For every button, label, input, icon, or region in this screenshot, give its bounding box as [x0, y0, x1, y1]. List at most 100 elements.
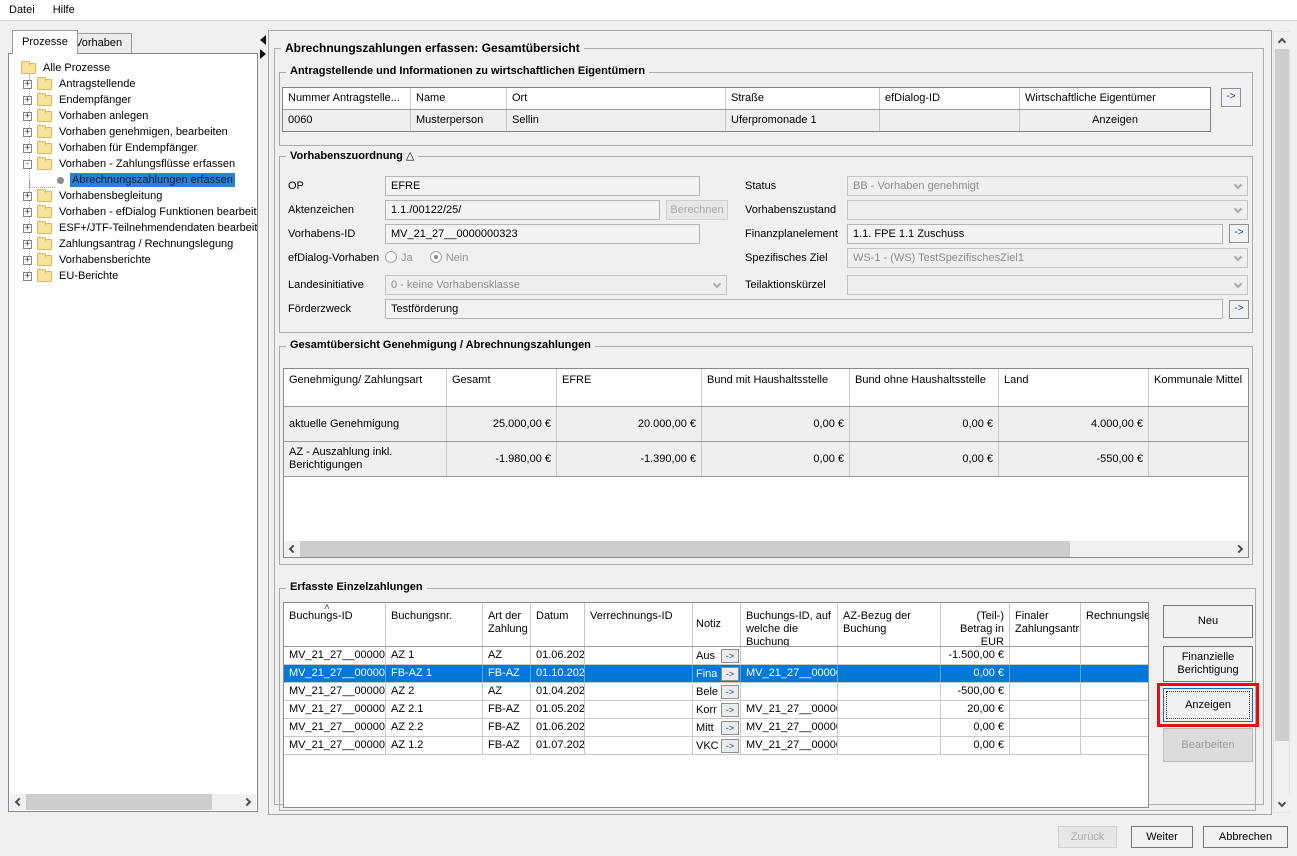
- tree-item-abrechnungszahlungen[interactable]: Abrechnungszahlungen erfassen: [9, 172, 257, 188]
- expand-plus-icon[interactable]: +: [23, 272, 32, 281]
- tree-item-alle-prozesse[interactable]: Alle Prozesse: [9, 60, 257, 76]
- finanzplanelement-field[interactable]: 1.1. FPE 1.1 Zuschuss: [847, 224, 1223, 244]
- notiz-arrow-button[interactable]: ->: [721, 739, 739, 753]
- column-header[interactable]: Bund mit Haushaltsstelle: [702, 369, 850, 406]
- expand-plus-icon[interactable]: +: [23, 96, 32, 105]
- anzeigen-cell-button[interactable]: Anzeigen: [1020, 110, 1210, 131]
- column-header[interactable]: Ort: [507, 88, 726, 109]
- scroll-left-icon[interactable]: [284, 541, 300, 557]
- payment-row[interactable]: MV_21_27__000000 AZ 1 AZ 01.06.2024 Aus-…: [284, 647, 1149, 665]
- splitter-collapse-icon[interactable]: [260, 35, 266, 45]
- scrollbar-thumb[interactable]: [1275, 49, 1289, 741]
- column-header[interactable]: Straße: [726, 88, 880, 109]
- notiz-arrow-button[interactable]: ->: [721, 685, 739, 699]
- abbrechen-button[interactable]: Abbrechen: [1203, 826, 1288, 848]
- column-header[interactable]: Name: [411, 88, 507, 109]
- payment-row[interactable]: MV_21_27__000000 AZ 2 AZ 01.04.2024 Bele…: [284, 683, 1149, 701]
- column-header[interactable]: Nummer Antragstelle...: [283, 88, 411, 109]
- radio-ja[interactable]: [385, 251, 397, 263]
- applicants-arrow-button[interactable]: ->: [1221, 88, 1241, 107]
- payment-row[interactable]: MV_21_27__000000 AZ 2.2 FB-AZ 01.06.2024…: [284, 719, 1149, 737]
- tree-item-vorhaben-genehmigen[interactable]: + Vorhaben genehmigen, bearbeiten: [9, 124, 257, 140]
- expand-plus-icon[interactable]: +: [23, 224, 32, 233]
- tree-item-efdialog-funktionen[interactable]: + Vorhaben - efDialog Funktionen bearbei…: [9, 204, 257, 220]
- menu-item-hilfe[interactable]: Hilfe: [44, 1, 84, 19]
- payment-row[interactable]: MV_21_27__000000 AZ 2.1 FB-AZ 01.05.2024…: [284, 701, 1149, 719]
- vorhabens-id-field[interactable]: MV_21_27__0000000323: [385, 224, 700, 244]
- column-header[interactable]: Land: [999, 369, 1149, 406]
- scroll-down-icon[interactable]: [1274, 796, 1290, 812]
- tree-hscrollbar[interactable]: [10, 794, 256, 810]
- column-header[interactable]: Rechnungslegung: [1081, 603, 1149, 646]
- expand-plus-icon[interactable]: +: [23, 240, 32, 249]
- foerderzweck-field[interactable]: Testförderung: [385, 299, 1223, 319]
- weiter-button[interactable]: Weiter: [1131, 826, 1193, 848]
- neu-button[interactable]: Neu: [1163, 605, 1253, 638]
- status-combo[interactable]: BB - Vorhaben genehmigt: [847, 176, 1248, 196]
- notiz-arrow-button[interactable]: ->: [721, 667, 739, 681]
- column-header[interactable]: AZ-Bezug der Buchung: [838, 603, 941, 646]
- op-field[interactable]: EFRE: [385, 176, 700, 196]
- scroll-right-icon[interactable]: [240, 794, 256, 810]
- spezifisches-ziel-combo[interactable]: WS-1 - (WS) TestSpezifischesZiel1: [847, 248, 1248, 268]
- column-header-buchungs-id[interactable]: ˄ Buchungs-ID: [284, 603, 386, 646]
- column-header[interactable]: EFRE: [557, 369, 702, 406]
- tree-item-vorhabensberichte[interactable]: + Vorhabensberichte: [9, 252, 257, 268]
- tree-item-antragstellende[interactable]: + Antragstellende: [9, 76, 257, 92]
- teilaktionskuerzel-combo[interactable]: [847, 275, 1248, 295]
- tree-item-endempfaenger[interactable]: + Endempfänger: [9, 92, 257, 108]
- column-header[interactable]: Buchungsnr.: [386, 603, 483, 646]
- scrollbar-thumb[interactable]: [26, 794, 212, 810]
- scroll-left-icon[interactable]: [10, 794, 26, 810]
- column-header[interactable]: (Teil-) Betrag in EUR: [941, 603, 1010, 646]
- column-header[interactable]: Datum: [531, 603, 585, 646]
- berechnen-button[interactable]: Berechnen: [666, 200, 728, 220]
- zurueck-button[interactable]: Zurück: [1058, 826, 1117, 848]
- tree-item-zahlungsantrag[interactable]: + Zahlungsantrag / Rechnungslegung: [9, 236, 257, 252]
- column-header[interactable]: Gesamt: [447, 369, 557, 406]
- tree-item-vorhaben-anlegen[interactable]: + Vorhaben anlegen: [9, 108, 257, 124]
- column-header[interactable]: Genehmigung/ Zahlungsart: [284, 369, 447, 406]
- expand-plus-icon[interactable]: +: [23, 256, 32, 265]
- bearbeiten-button[interactable]: Bearbeiten: [1163, 728, 1253, 762]
- expand-plus-icon[interactable]: +: [23, 128, 32, 137]
- overview-hscrollbar[interactable]: [284, 541, 1248, 557]
- tree-item-eu-berichte[interactable]: + EU-Berichte: [9, 268, 257, 284]
- expand-plus-icon[interactable]: +: [23, 112, 32, 121]
- payment-row[interactable]: MV_21_27__000000 AZ 1.2 FB-AZ 01.07.2024…: [284, 737, 1149, 755]
- splitter[interactable]: [259, 30, 267, 812]
- column-header[interactable]: Art der Zahlung: [483, 603, 531, 646]
- column-header[interactable]: Buchungs-ID, auf welche die Buchung: [741, 603, 838, 646]
- scroll-right-icon[interactable]: [1232, 541, 1248, 557]
- column-header[interactable]: Kommunale Mittel: [1149, 369, 1249, 406]
- notiz-arrow-button[interactable]: ->: [721, 703, 739, 717]
- notiz-arrow-button[interactable]: ->: [721, 721, 739, 735]
- overview-row-auszahlung[interactable]: AZ - Auszahlung inkl. Berichtigungen -1.…: [284, 442, 1249, 477]
- tree-item-zahlungsfluesse[interactable]: - Vorhaben - Zahlungsflüsse erfassen: [9, 156, 257, 172]
- scroll-up-icon[interactable]: [1274, 32, 1290, 48]
- anzeigen-button[interactable]: Anzeigen: [1163, 688, 1253, 722]
- column-header[interactable]: efDialog-ID: [880, 88, 1020, 109]
- column-header[interactable]: Verrechnungs-ID: [585, 603, 693, 646]
- main-vscrollbar[interactable]: [1273, 31, 1290, 813]
- tab-prozesse[interactable]: Prozesse: [12, 30, 78, 54]
- expand-plus-icon[interactable]: +: [23, 192, 32, 201]
- expand-minus-icon[interactable]: -: [23, 160, 32, 169]
- scrollbar-thumb[interactable]: [300, 541, 1070, 557]
- finanzielle-berichtigung-button[interactable]: Finanzielle Berichtigung: [1163, 646, 1253, 682]
- aktenzeichen-field[interactable]: 1.1./00122/25/: [385, 200, 660, 220]
- tree-item-esf-jtf-daten[interactable]: + ESF+/JTF-Teilnehmendendaten bearbeiten: [9, 220, 257, 236]
- tree-item-vorhaben-endempfaenger[interactable]: + Vorhaben für Endempfänger: [9, 140, 257, 156]
- expand-plus-icon[interactable]: +: [23, 80, 32, 89]
- column-header[interactable]: Wirtschaftliche Eigentümer: [1020, 88, 1210, 109]
- expand-plus-icon[interactable]: +: [23, 208, 32, 217]
- payment-row-selected[interactable]: MV_21_27__000000 FB-AZ 1 FB-AZ 01.10.202…: [284, 665, 1149, 683]
- finanzplanelement-arrow-button[interactable]: ->: [1229, 224, 1249, 243]
- foerderzweck-arrow-button[interactable]: ->: [1229, 300, 1249, 319]
- landesinitiative-combo[interactable]: 0 - keine Vorhabensklasse: [385, 275, 727, 295]
- overview-row-genehmigung[interactable]: aktuelle Genehmigung 25.000,00 € 20.000,…: [284, 407, 1249, 442]
- column-header[interactable]: Bund ohne Haushaltsstelle: [850, 369, 999, 406]
- splitter-expand-icon[interactable]: [260, 49, 266, 59]
- notiz-arrow-button[interactable]: ->: [721, 649, 739, 663]
- column-header[interactable]: Notiz: [693, 603, 741, 646]
